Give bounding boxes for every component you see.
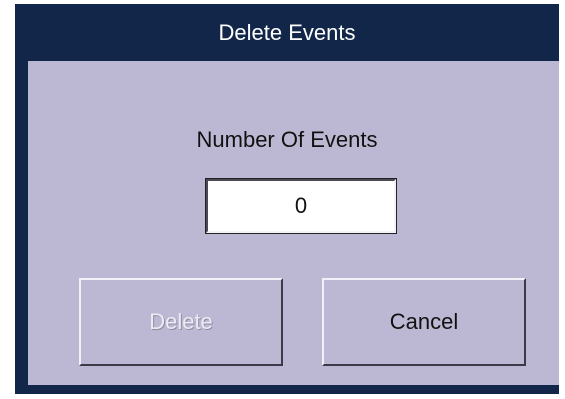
dialog-title: Delete Events [218,19,356,45]
cancel-button[interactable]: Cancel [322,278,526,366]
number-of-events-label: Number Of Events [196,127,378,152]
dialog-body: Number Of Events 0 Delete Cancel [28,61,559,385]
delete-events-dialog: Delete Events Number Of Events 0 Delete … [15,4,559,394]
delete-button[interactable]: Delete [79,278,283,366]
number-of-events-field[interactable]: 0 [205,178,397,234]
